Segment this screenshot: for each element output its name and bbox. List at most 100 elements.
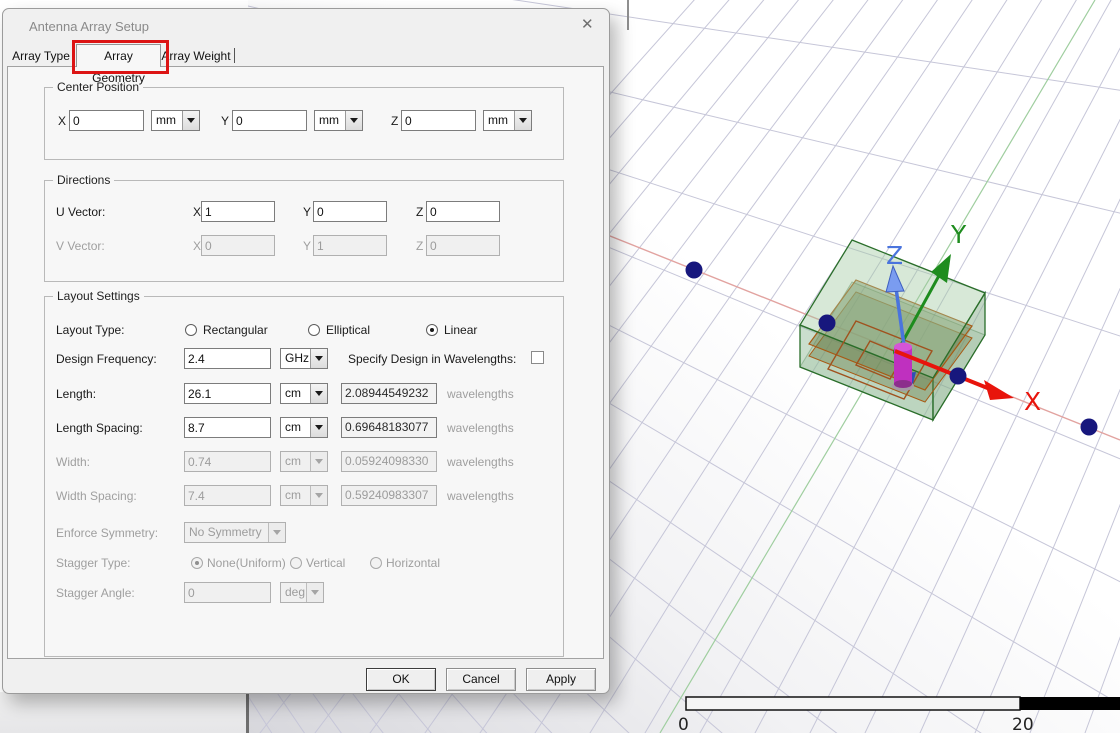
length-unit-combo[interactable]: cm xyxy=(280,383,328,404)
v-z-input xyxy=(426,235,500,256)
length-spacing-input[interactable] xyxy=(184,417,271,438)
length-label: Length: xyxy=(56,387,96,401)
array-element-dot xyxy=(950,368,967,385)
radio-none-uniform-label: None(Uniform) xyxy=(207,556,286,570)
unit-value: mm xyxy=(152,111,182,130)
length-wavelengths-field: 2.08944549232 xyxy=(341,383,437,404)
v-x-input xyxy=(201,235,275,256)
stagger-angle-unit-combo: deg xyxy=(280,582,324,603)
dialog-title: Antenna Array Setup xyxy=(29,19,149,34)
radio-vertical-label: Vertical xyxy=(306,556,345,570)
design-frequency-unit-combo[interactable]: GHz xyxy=(280,348,328,369)
width-wavelengths-field: 0.05924098330 xyxy=(341,451,437,472)
enforce-symmetry-combo: No Symmetry xyxy=(184,522,286,543)
array-element-dot xyxy=(686,262,703,279)
radio-none-uniform xyxy=(191,557,203,569)
radio-linear[interactable] xyxy=(426,324,438,336)
length-input[interactable] xyxy=(184,383,271,404)
unit-value: cm xyxy=(281,384,310,403)
antenna-array-setup-dialog: Antenna Array Setup ✕ Array Type Array G… xyxy=(2,8,610,694)
unit-value: cm xyxy=(281,486,310,505)
center-y-unit-combo[interactable]: mm xyxy=(314,110,363,131)
center-x-label: X xyxy=(58,114,66,128)
u-vector-label: U Vector: xyxy=(56,205,105,219)
layout-type-label: Layout Type: xyxy=(56,323,125,337)
unit-value: GHz xyxy=(281,349,310,368)
scale-start-label: 0 xyxy=(678,715,689,733)
v-y-label: Y xyxy=(303,239,311,253)
radio-elliptical[interactable] xyxy=(308,324,320,336)
group-legend: Layout Settings xyxy=(53,289,144,303)
u-z-label: Z xyxy=(416,205,423,219)
dropdown-arrow-icon xyxy=(310,418,327,437)
cancel-button[interactable]: Cancel xyxy=(446,668,516,691)
tab-array-weight[interactable]: Array Weight xyxy=(161,46,231,66)
center-x-input[interactable] xyxy=(69,110,144,131)
ok-button[interactable]: OK xyxy=(366,668,436,691)
dropdown-arrow-icon xyxy=(310,349,327,368)
panel-divider[interactable] xyxy=(246,692,249,733)
combo-value: No Symmetry xyxy=(185,523,268,542)
radio-horizontal-label: Horizontal xyxy=(386,556,440,570)
width-spacing-unit-combo: cm xyxy=(280,485,328,506)
close-icon[interactable]: ✕ xyxy=(581,15,594,33)
application-window: X Y Z 0 20 Antenna Array Setup ✕ Array T… xyxy=(0,0,1120,733)
u-x-label: X xyxy=(193,205,201,219)
length-spacing-unit-combo[interactable]: cm xyxy=(280,417,328,438)
stagger-type-label: Stagger Type: xyxy=(56,556,131,570)
v-z-label: Z xyxy=(416,239,423,253)
u-x-input[interactable] xyxy=(201,201,275,222)
center-z-input[interactable] xyxy=(401,110,476,131)
dropdown-arrow-icon xyxy=(310,486,327,505)
radio-linear-label: Linear xyxy=(444,323,477,337)
u-y-label: Y xyxy=(303,205,311,219)
dropdown-arrow-icon xyxy=(514,111,531,130)
layout-settings-group: Layout Settings Layout Type: Rectangular… xyxy=(44,296,564,657)
width-spacing-input xyxy=(184,485,271,506)
directions-group: Directions U Vector: X Y Z V Vector: X Y… xyxy=(44,180,564,282)
array-element-dot xyxy=(819,315,836,332)
scale-end-label: 20 xyxy=(1012,715,1034,733)
dropdown-arrow-icon xyxy=(345,111,362,130)
radio-horizontal xyxy=(370,557,382,569)
unit-value: deg xyxy=(281,583,306,602)
specify-wavelengths-checkbox[interactable] xyxy=(531,351,544,364)
dropdown-arrow-icon xyxy=(310,384,327,403)
u-y-input[interactable] xyxy=(313,201,387,222)
grid-line xyxy=(975,0,1120,733)
dropdown-arrow-icon xyxy=(310,452,327,471)
width-unit-combo: cm xyxy=(280,451,328,472)
wavelengths-suffix: wavelengths xyxy=(447,421,514,435)
center-position-group: Center Position X mm Y mm Z mm xyxy=(44,87,564,160)
y-axis-label: Y xyxy=(950,220,967,249)
enforce-symmetry-label: Enforce Symmetry: xyxy=(56,526,158,540)
v-vector-label: V Vector: xyxy=(56,239,105,253)
tab-array-type[interactable]: Array Type xyxy=(8,46,74,66)
feed-probe-cylinder xyxy=(892,343,914,392)
tab-array-geometry[interactable]: Array Geometry xyxy=(76,44,161,67)
stagger-angle-input xyxy=(184,582,271,603)
width-spacing-wavelengths-field: 0.59240983307 xyxy=(341,485,437,506)
unit-value: mm xyxy=(315,111,345,130)
group-legend: Directions xyxy=(53,173,114,187)
unit-value: cm xyxy=(281,418,310,437)
center-z-label: Z xyxy=(391,114,398,128)
unit-value: cm xyxy=(281,452,310,471)
center-z-unit-combo[interactable]: mm xyxy=(483,110,532,131)
apply-button[interactable]: Apply xyxy=(526,668,596,691)
width-label: Width: xyxy=(56,455,90,469)
wavelengths-suffix: wavelengths xyxy=(447,455,514,469)
u-z-input[interactable] xyxy=(426,201,500,222)
design-frequency-input[interactable] xyxy=(184,348,271,369)
radio-rectangular[interactable] xyxy=(185,324,197,336)
unit-value: mm xyxy=(484,111,514,130)
array-geometry-tab-page: Center Position X mm Y mm Z mm xyxy=(7,66,604,659)
v-y-input xyxy=(313,235,387,256)
center-x-unit-combo[interactable]: mm xyxy=(151,110,200,131)
specify-wavelengths-label: Specify Design in Wavelengths: xyxy=(348,352,516,366)
center-y-input[interactable] xyxy=(232,110,307,131)
scale-bar: 0 20 xyxy=(678,697,1120,733)
bottom-left-panel xyxy=(0,692,246,733)
radio-rectangular-label: Rectangular xyxy=(203,323,268,337)
length-spacing-label: Length Spacing: xyxy=(56,421,143,435)
